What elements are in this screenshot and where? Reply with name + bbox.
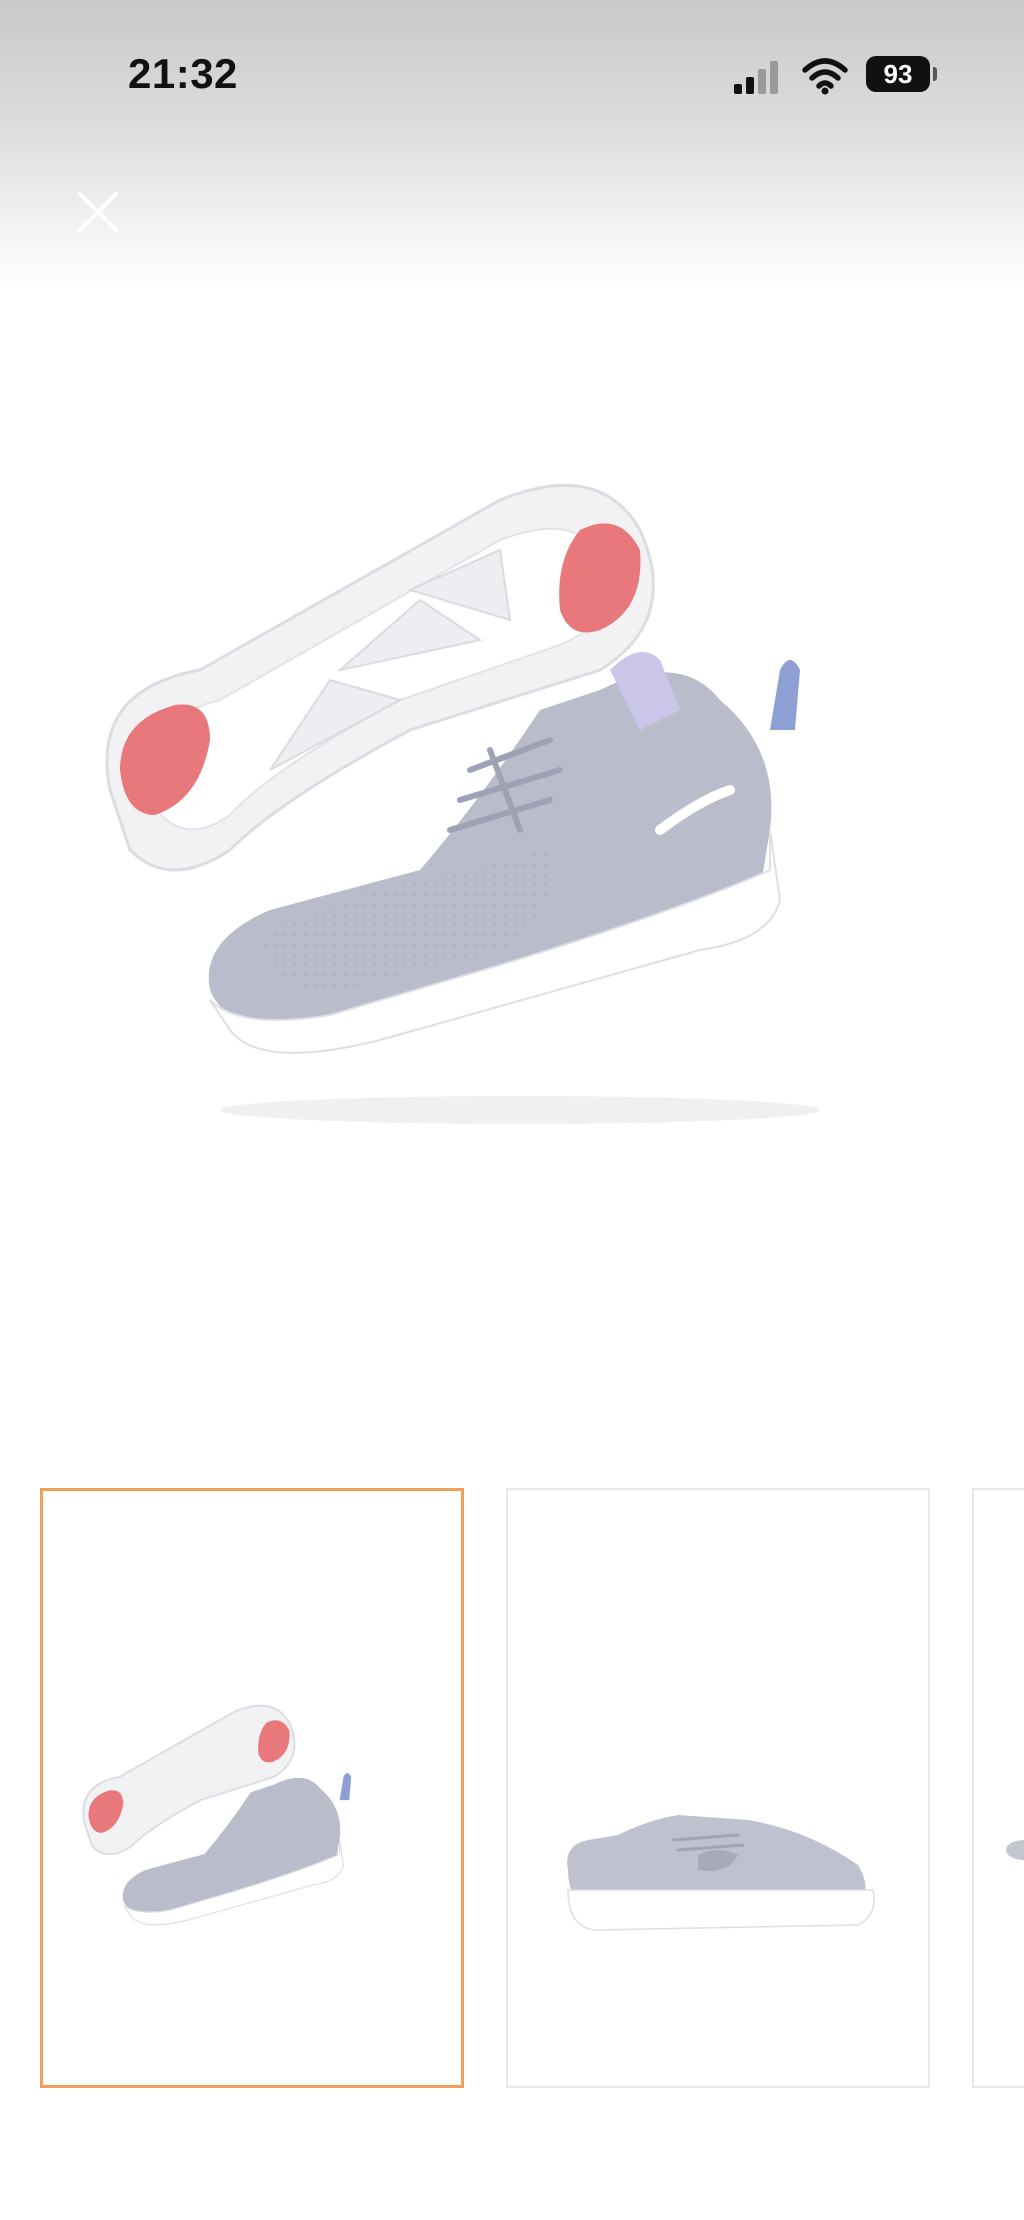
thumbnail-strip — [0, 1488, 1024, 2092]
battery-level: 93 — [883, 58, 913, 89]
thumbnail-1[interactable] — [40, 1488, 464, 2088]
main-product-image[interactable] — [80, 470, 960, 1150]
close-button[interactable] — [66, 180, 130, 244]
status-time: 21:32 — [128, 50, 238, 97]
signal-icon — [734, 61, 778, 94]
thumbnail-2[interactable] — [506, 1488, 930, 2088]
thumbnail-3[interactable] — [972, 1488, 1024, 2088]
thumbnail-3-image — [1006, 1840, 1024, 1860]
thumbnail-2-image — [567, 1815, 875, 1931]
wifi-icon — [802, 58, 848, 95]
battery-icon: 93 — [866, 56, 930, 92]
thumbnail-1-image — [82, 1704, 352, 1926]
close-icon — [78, 192, 118, 232]
floor-shadow — [220, 1096, 820, 1124]
battery-cap — [933, 67, 937, 81]
status-bar: 21:32 93 — [0, 0, 1024, 150]
